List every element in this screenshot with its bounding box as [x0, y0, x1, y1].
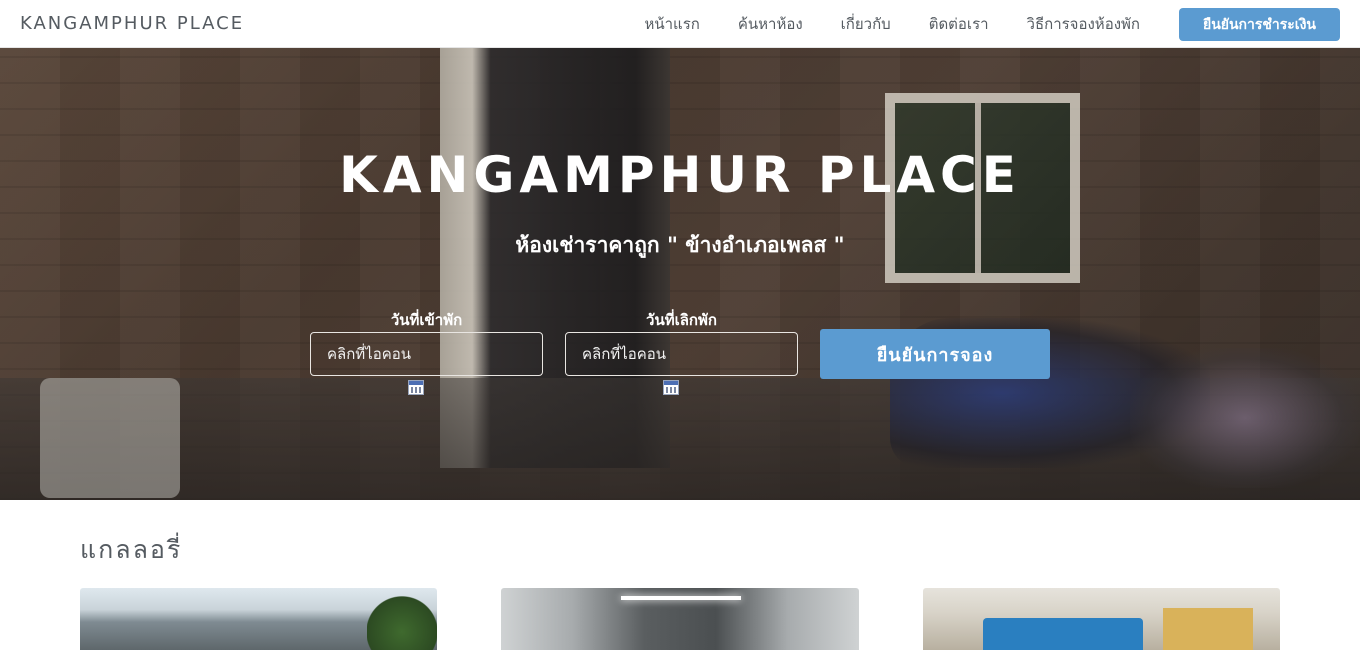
nav-link-about[interactable]: เกี่ยวกับ [841, 12, 891, 36]
site-brand[interactable]: KANGAMPHUR PLACE [20, 13, 244, 34]
hero-bg-chair [40, 378, 180, 498]
nav-link-home[interactable]: หน้าแรก [644, 12, 699, 36]
gallery-image-hallway[interactable] [501, 588, 859, 650]
checkout-calendar-icon[interactable] [663, 380, 679, 395]
gallery-title: แกลลอรี่ [80, 535, 183, 564]
hero-subtitle: ห้องเช่าราคาถูก " ข้างอำเภอเพลส " [515, 233, 845, 257]
confirm-payment-button[interactable]: ยืนยันการชำระเงิน [1179, 8, 1340, 41]
nav-link-contact[interactable]: ติดต่อเรา [929, 12, 989, 36]
checkin-date-input[interactable] [310, 332, 543, 376]
confirm-booking-button[interactable]: ยืนยันการจอง [820, 329, 1050, 379]
hero-title: KANGAMPHUR PLACE [339, 146, 1021, 204]
checkout-date-input[interactable] [565, 332, 798, 376]
checkin-label: วันที่เข้าพัก [390, 311, 463, 329]
nav-link-search-room[interactable]: ค้นหาห้อง [738, 12, 803, 36]
nav-link-how-to-book[interactable]: วิธีการจองห้องพัก [1027, 12, 1140, 36]
hero-section: KANGAMPHUR PLACE ห้องเช่าราคาถูก " ข้างอ… [0, 48, 1360, 500]
gallery-image-building[interactable] [80, 588, 437, 650]
checkout-label: วันที่เลิกพัก [646, 311, 717, 329]
checkin-calendar-icon[interactable] [408, 380, 424, 395]
nav-links: หน้าแรก ค้นหาห้อง เกี่ยวกับ ติดต่อเรา วิ… [606, 0, 1140, 48]
navbar: KANGAMPHUR PLACE หน้าแรก ค้นหาห้อง เกี่ย… [0, 0, 1360, 48]
hero-bg-scooter-2 [1130, 348, 1360, 488]
gallery-image-bedroom[interactable] [923, 588, 1280, 650]
